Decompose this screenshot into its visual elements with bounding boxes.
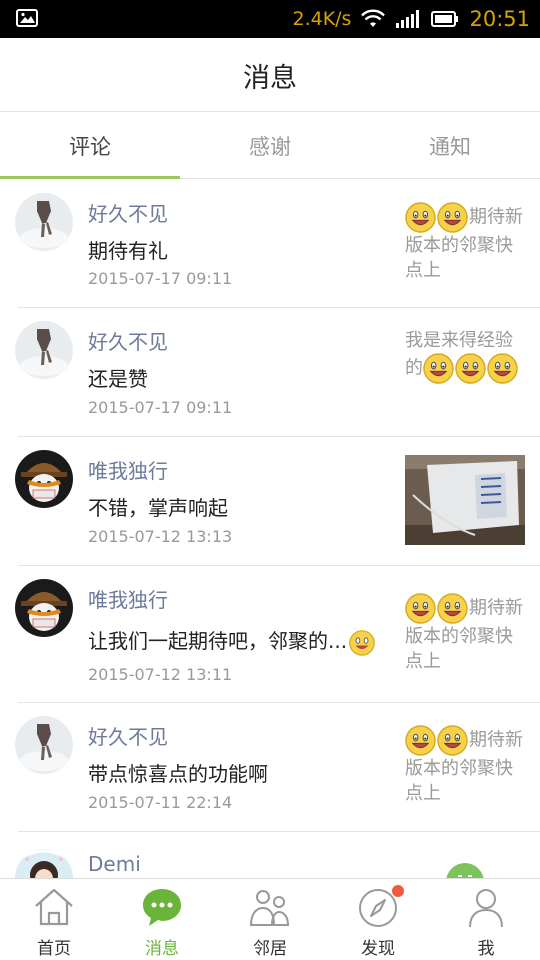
title-bar: 消息: [0, 38, 540, 112]
comment-text: 带点惊喜点的功能啊: [88, 762, 268, 786]
comment-username[interactable]: 唯我独行: [88, 584, 168, 613]
wifi-icon: [361, 9, 386, 27]
comment-text: 还是赞: [88, 367, 148, 391]
avatar: [15, 579, 73, 637]
original-post-preview[interactable]: 期待新版本的邻聚快点上: [405, 593, 525, 674]
list-item[interactable]: 好久不见 还是赞 2015-07-17 09:11 我是来得经验的: [15, 308, 540, 437]
nav-home[interactable]: 首页: [0, 879, 108, 960]
post-thumbnail[interactable]: [405, 455, 525, 545]
comment-text: 让我们一起期待吧，邻聚的...: [88, 625, 376, 656]
comment-username[interactable]: Demi: [88, 852, 141, 876]
list-item[interactable]: 好久不见 带点惊喜点的功能啊 2015-07-11 22:14 期待新版本的邻聚…: [15, 703, 540, 832]
list-item[interactable]: 唯我独行 让我们一起期待吧，邻聚的... 2015-07-12 13:11 期待…: [15, 566, 540, 703]
comment-username[interactable]: 唯我独行: [88, 455, 168, 484]
smiley-emoji-icon: [437, 593, 468, 624]
comment-text: 期待有礼: [88, 239, 168, 263]
original-post-preview[interactable]: 期待新版本的邻聚快点上: [405, 725, 525, 806]
green-emoji-icon: [446, 863, 484, 878]
original-post-preview[interactable]: 期待新版本的邻聚快点上: [405, 202, 525, 283]
avatar: [15, 193, 73, 251]
nav-messages[interactable]: 消息: [108, 879, 216, 960]
status-bar: 2.4K/s 20:51: [0, 0, 540, 38]
comment-text: 不错，掌声响起: [88, 496, 228, 520]
comment-username[interactable]: 好久不见: [88, 721, 168, 750]
avatar: [15, 450, 73, 508]
notification-badge: [392, 885, 404, 897]
comment-username[interactable]: 好久不见: [88, 326, 168, 355]
comment-time: 2015-07-11 22:14: [88, 793, 233, 812]
clock: 20:51: [469, 7, 530, 31]
comment-list: 好久不见 期待有礼 2015-07-17 09:11 期待新版本的邻聚快点上 好…: [0, 180, 540, 878]
tab-notifications[interactable]: 通知: [360, 113, 540, 178]
smiley-emoji-icon: [349, 629, 375, 656]
smiley-emoji-icon: [405, 202, 436, 233]
smiley-emoji-icon: [405, 593, 436, 624]
battery-icon: [431, 11, 459, 27]
smiley-emoji-icon: [437, 725, 468, 756]
list-item[interactable]: Demi: [15, 832, 540, 878]
comment-time: 2015-07-12 13:11: [88, 665, 233, 684]
user-icon: [469, 889, 503, 928]
avatar: [15, 849, 73, 878]
chat-icon: [143, 889, 181, 926]
list-item[interactable]: 唯我独行 不错，掌声响起 2015-07-12 13:13: [15, 437, 540, 566]
signal-icon: [396, 10, 420, 28]
smiley-emoji-icon: [437, 202, 468, 233]
network-speed: 2.4K/s: [292, 8, 352, 30]
comment-time: 2015-07-12 13:13: [88, 527, 233, 546]
list-item[interactable]: 好久不见 期待有礼 2015-07-17 09:11 期待新版本的邻聚快点上: [15, 180, 540, 308]
smiley-emoji-icon: [455, 353, 486, 384]
nav-me[interactable]: 我: [432, 879, 540, 960]
home-icon: [35, 888, 73, 926]
avatar: [15, 716, 73, 774]
avatar: [15, 321, 73, 379]
smiley-emoji-icon: [405, 725, 436, 756]
page-title: 消息: [243, 63, 297, 94]
nav-neighbors[interactable]: 邻居: [216, 879, 324, 960]
tab-bar: 评论 感谢 通知: [0, 113, 540, 179]
comment-username[interactable]: 好久不见: [88, 198, 168, 227]
comment-time: 2015-07-17 09:11: [88, 398, 233, 417]
neighbors-icon: [249, 890, 290, 926]
tab-comments[interactable]: 评论: [0, 113, 180, 179]
smiley-emoji-icon: [423, 353, 454, 384]
smiley-emoji-icon: [487, 353, 518, 384]
bottom-navigation: 首页 消息 邻居 发现 我: [0, 878, 540, 960]
original-post-preview[interactable]: 我是来得经验的: [405, 328, 525, 384]
comment-time: 2015-07-17 09:11: [88, 269, 233, 288]
nav-discover[interactable]: 发现: [324, 879, 432, 960]
gallery-notification-icon: [16, 9, 38, 27]
tab-thanks[interactable]: 感谢: [180, 113, 360, 178]
